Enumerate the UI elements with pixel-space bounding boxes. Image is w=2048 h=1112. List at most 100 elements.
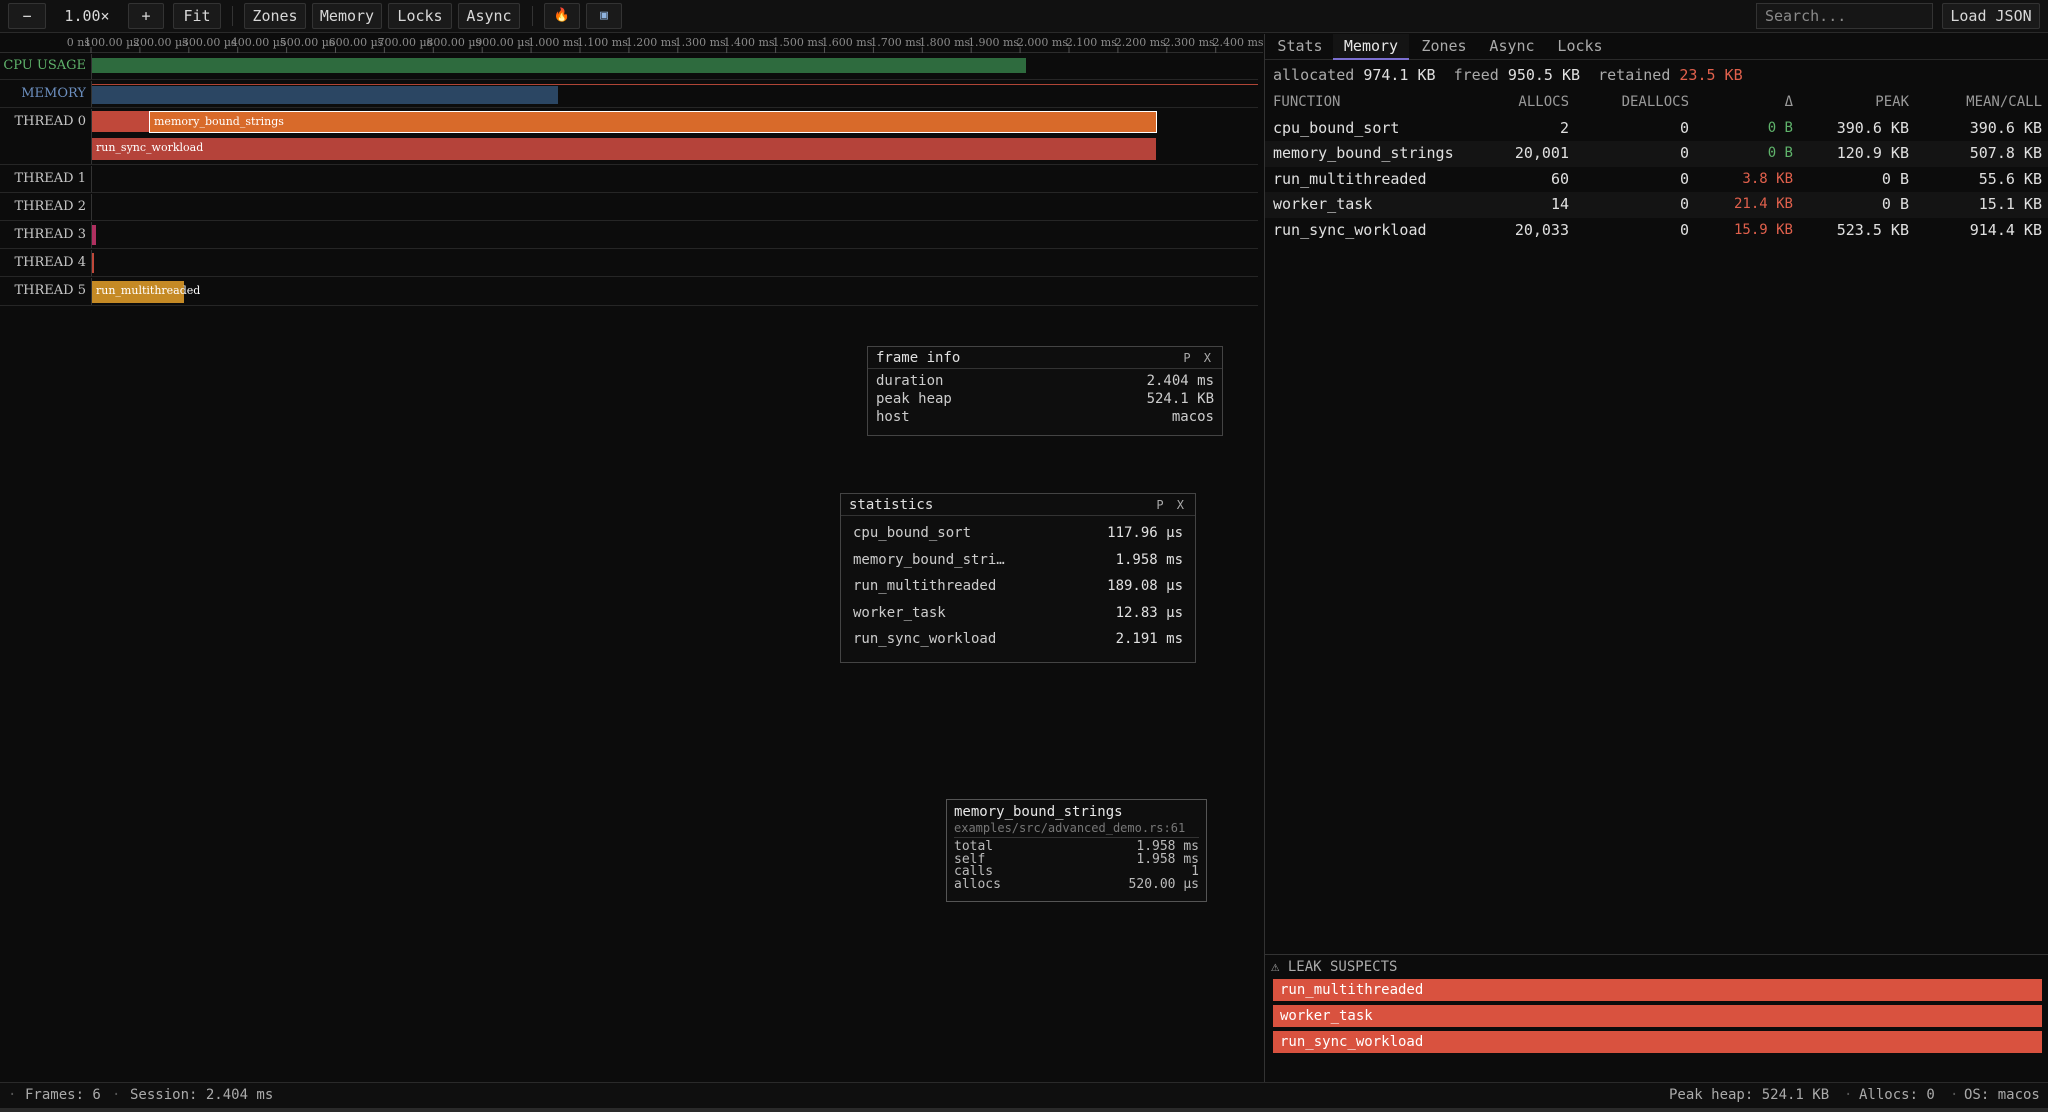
col-deallocs[interactable]: DEALLOCS bbox=[1622, 90, 1689, 115]
table-row[interactable]: memory_bound_strings 20,001 0 0 B 120.9 KB 50… bbox=[1265, 141, 2048, 167]
col-function[interactable]: FUNCTION bbox=[1273, 90, 1340, 115]
tooltip-row: allocs 520.00 µs bbox=[954, 876, 1199, 892]
col-mean-per-call[interactable]: MEAN/CALL bbox=[1966, 90, 2042, 115]
lane-thread-2: THREAD 2 bbox=[0, 194, 1258, 221]
search-input[interactable] bbox=[1756, 3, 1933, 29]
table-header: FUNCTION ALLOCS DEALLOCS Δ PEAK MEAN/CAL… bbox=[1265, 90, 2048, 116]
frame-info-header[interactable]: frame info P X bbox=[868, 347, 1222, 369]
zone-bar-thread3[interactable] bbox=[92, 225, 96, 245]
status-session: Session: 2.404 ms bbox=[130, 1087, 274, 1103]
lane-track[interactable] bbox=[91, 194, 1258, 220]
statistics-row[interactable]: cpu_bound_sort 117.96 µs bbox=[845, 520, 1191, 547]
ruler-tick-label: 600.00 µs bbox=[329, 36, 384, 49]
col-delta[interactable]: Δ bbox=[1785, 90, 1793, 115]
table-row[interactable]: worker_task 14 0 21.4 KB 0 B 15.1 KB bbox=[1265, 192, 2048, 218]
ruler-tick-label: 1.400 ms bbox=[724, 36, 775, 49]
cell-deallocs: 0 bbox=[1679, 220, 1689, 239]
tab-async[interactable]: Async bbox=[1479, 34, 1545, 60]
screen-button[interactable]: ▣ bbox=[586, 3, 622, 29]
zone-run-sync-workload[interactable]: run_sync_workload bbox=[92, 138, 1156, 160]
zone-memory-bound-strings[interactable]: memory_bound_strings bbox=[149, 111, 1157, 133]
cpu-usage-bar bbox=[92, 58, 1026, 73]
zone-run-multithreaded[interactable]: run_multithreaded bbox=[92, 281, 200, 303]
async-button[interactable]: Async bbox=[458, 3, 520, 29]
tab-locks[interactable]: Locks bbox=[1547, 34, 1613, 60]
zoom-out-button[interactable]: − bbox=[8, 3, 46, 29]
tab-memory[interactable]: Memory bbox=[1333, 34, 1409, 60]
table-row[interactable]: run_multithreaded 60 0 3.8 KB 0 B 55.6 KB bbox=[1265, 167, 2048, 193]
tab-stats[interactable]: Stats bbox=[1269, 34, 1331, 60]
lane-thread-0: THREAD 0 memory_bound_strings run_sync_w… bbox=[0, 109, 1258, 165]
leak-item[interactable]: run_sync_workload bbox=[1273, 1031, 2042, 1053]
ruler-tick-label: 1.700 ms bbox=[870, 36, 921, 49]
zone-bar-thread4[interactable] bbox=[92, 253, 94, 273]
lane-track[interactable] bbox=[91, 81, 1258, 107]
panel-controls[interactable]: P X bbox=[1156, 498, 1187, 512]
lane-memory: MEMORY bbox=[0, 81, 1258, 108]
lane-track[interactable] bbox=[91, 250, 1258, 276]
panel-controls[interactable]: P X bbox=[1183, 351, 1214, 365]
retained-value: 23.5 KB bbox=[1679, 66, 1743, 84]
ruler-tick-label: 1.300 ms bbox=[675, 36, 726, 49]
ruler-tick-label: 2.400 ms bbox=[1213, 36, 1263, 49]
lane-track[interactable] bbox=[91, 54, 1258, 79]
frame-info-title: frame info bbox=[876, 349, 961, 366]
cell-function: worker_task bbox=[1273, 195, 1373, 213]
table-row[interactable]: run_sync_workload 20,033 0 15.9 KB 523.5 KB 9… bbox=[1265, 218, 2048, 244]
statistics-header[interactable]: statistics P X bbox=[841, 494, 1195, 516]
zone-tooltip: memory_bound_strings examples/src/advanc… bbox=[946, 799, 1207, 902]
leak-item[interactable]: run_multithreaded bbox=[1273, 979, 2042, 1001]
cell-function: memory_bound_strings bbox=[1273, 144, 1454, 162]
memory-table: FUNCTION ALLOCS DEALLOCS Δ PEAK MEAN/CAL… bbox=[1265, 90, 2048, 243]
statistics-row[interactable]: run_sync_workload 2.191 ms bbox=[845, 626, 1191, 653]
leak-item[interactable]: worker_task bbox=[1273, 1005, 2042, 1027]
frame-info-row: duration 2.404 ms bbox=[876, 373, 1214, 389]
ruler-tick-label: 800.00 µs bbox=[426, 36, 481, 49]
zoom-in-button[interactable]: + bbox=[128, 3, 164, 29]
memory-button[interactable]: Memory bbox=[312, 3, 382, 29]
cell-delta: 0 B bbox=[1767, 145, 1793, 161]
ruler-tick-label: 1.000 ms bbox=[528, 36, 579, 49]
side-tabs: Stats Memory Zones Async Locks bbox=[1265, 34, 2048, 60]
lane-thread-3: THREAD 3 bbox=[0, 222, 1258, 249]
statistics-row[interactable]: memory_bound_stri… 1.958 ms bbox=[845, 547, 1191, 574]
col-peak[interactable]: PEAK bbox=[1875, 90, 1909, 115]
tab-zones[interactable]: Zones bbox=[1411, 34, 1477, 60]
flame-graph-button[interactable]: 🔥 bbox=[544, 3, 580, 29]
ruler-tick-label: 500.00 µs bbox=[280, 36, 335, 49]
status-frames: Frames: 6 bbox=[25, 1087, 101, 1103]
cell-peak: 0 B bbox=[1881, 195, 1909, 213]
table-row[interactable]: cpu_bound_sort 2 0 0 B 390.6 KB 390.6 KB bbox=[1265, 116, 2048, 142]
timeline[interactable]: 0 ns 100.00 µs 200.00 µs 300.00 µs 400.00 µs… bbox=[0, 34, 1266, 309]
freed-value: 950.5 KB bbox=[1507, 66, 1581, 84]
ruler-tick-label: 700.00 µs bbox=[378, 36, 433, 49]
statistics-row[interactable]: worker_task 12.83 µs bbox=[845, 600, 1191, 627]
cell-function: run_multithreaded bbox=[1273, 169, 1427, 188]
lane-label-thread-4: THREAD 4 bbox=[14, 255, 87, 270]
frame-info-panel[interactable]: frame info P X duration 2.404 ms peak hea… bbox=[867, 346, 1223, 436]
frame-info-row: peak heap 524.1 KB bbox=[876, 391, 1214, 407]
cell-delta: 15.9 KB bbox=[1733, 221, 1793, 238]
statistics-row[interactable]: run_multithreaded 189.08 µs bbox=[845, 573, 1191, 600]
memory-usage-bar bbox=[92, 86, 558, 104]
load-json-button[interactable]: Load JSON bbox=[1942, 3, 2040, 29]
time-ruler[interactable]: 0 ns 100.00 µs 200.00 µs 300.00 µs 400.00 µs… bbox=[0, 34, 1266, 53]
lane-track[interactable] bbox=[91, 166, 1258, 192]
lane-track[interactable]: memory_bound_strings run_sync_workload bbox=[91, 109, 1258, 164]
col-allocs[interactable]: ALLOCS bbox=[1518, 90, 1569, 115]
statistics-panel[interactable]: statistics P X cpu_bound_sort 117.96 µs m… bbox=[840, 493, 1196, 663]
zone-bar-thread0-main[interactable] bbox=[92, 111, 150, 132]
lane-label-thread-5: THREAD 5 bbox=[14, 283, 87, 298]
screen-icon: ▣ bbox=[600, 8, 608, 23]
cell-allocs: 2 bbox=[1559, 118, 1569, 137]
ruler-tick-label: 1.500 ms bbox=[772, 36, 823, 49]
lane-track[interactable] bbox=[91, 222, 1258, 248]
fit-button[interactable]: Fit bbox=[173, 3, 221, 29]
tooltip-zone-name: memory_bound_strings bbox=[954, 804, 1123, 820]
ruler-tick-label: 2.000 ms bbox=[1017, 36, 1068, 49]
ruler-tick-label: 100.00 µs bbox=[84, 36, 139, 49]
zones-button[interactable]: Zones bbox=[244, 3, 306, 29]
cell-deallocs: 0 bbox=[1679, 169, 1689, 188]
lane-track[interactable]: run_multithreaded bbox=[91, 278, 1258, 305]
locks-button[interactable]: Locks bbox=[388, 3, 452, 29]
